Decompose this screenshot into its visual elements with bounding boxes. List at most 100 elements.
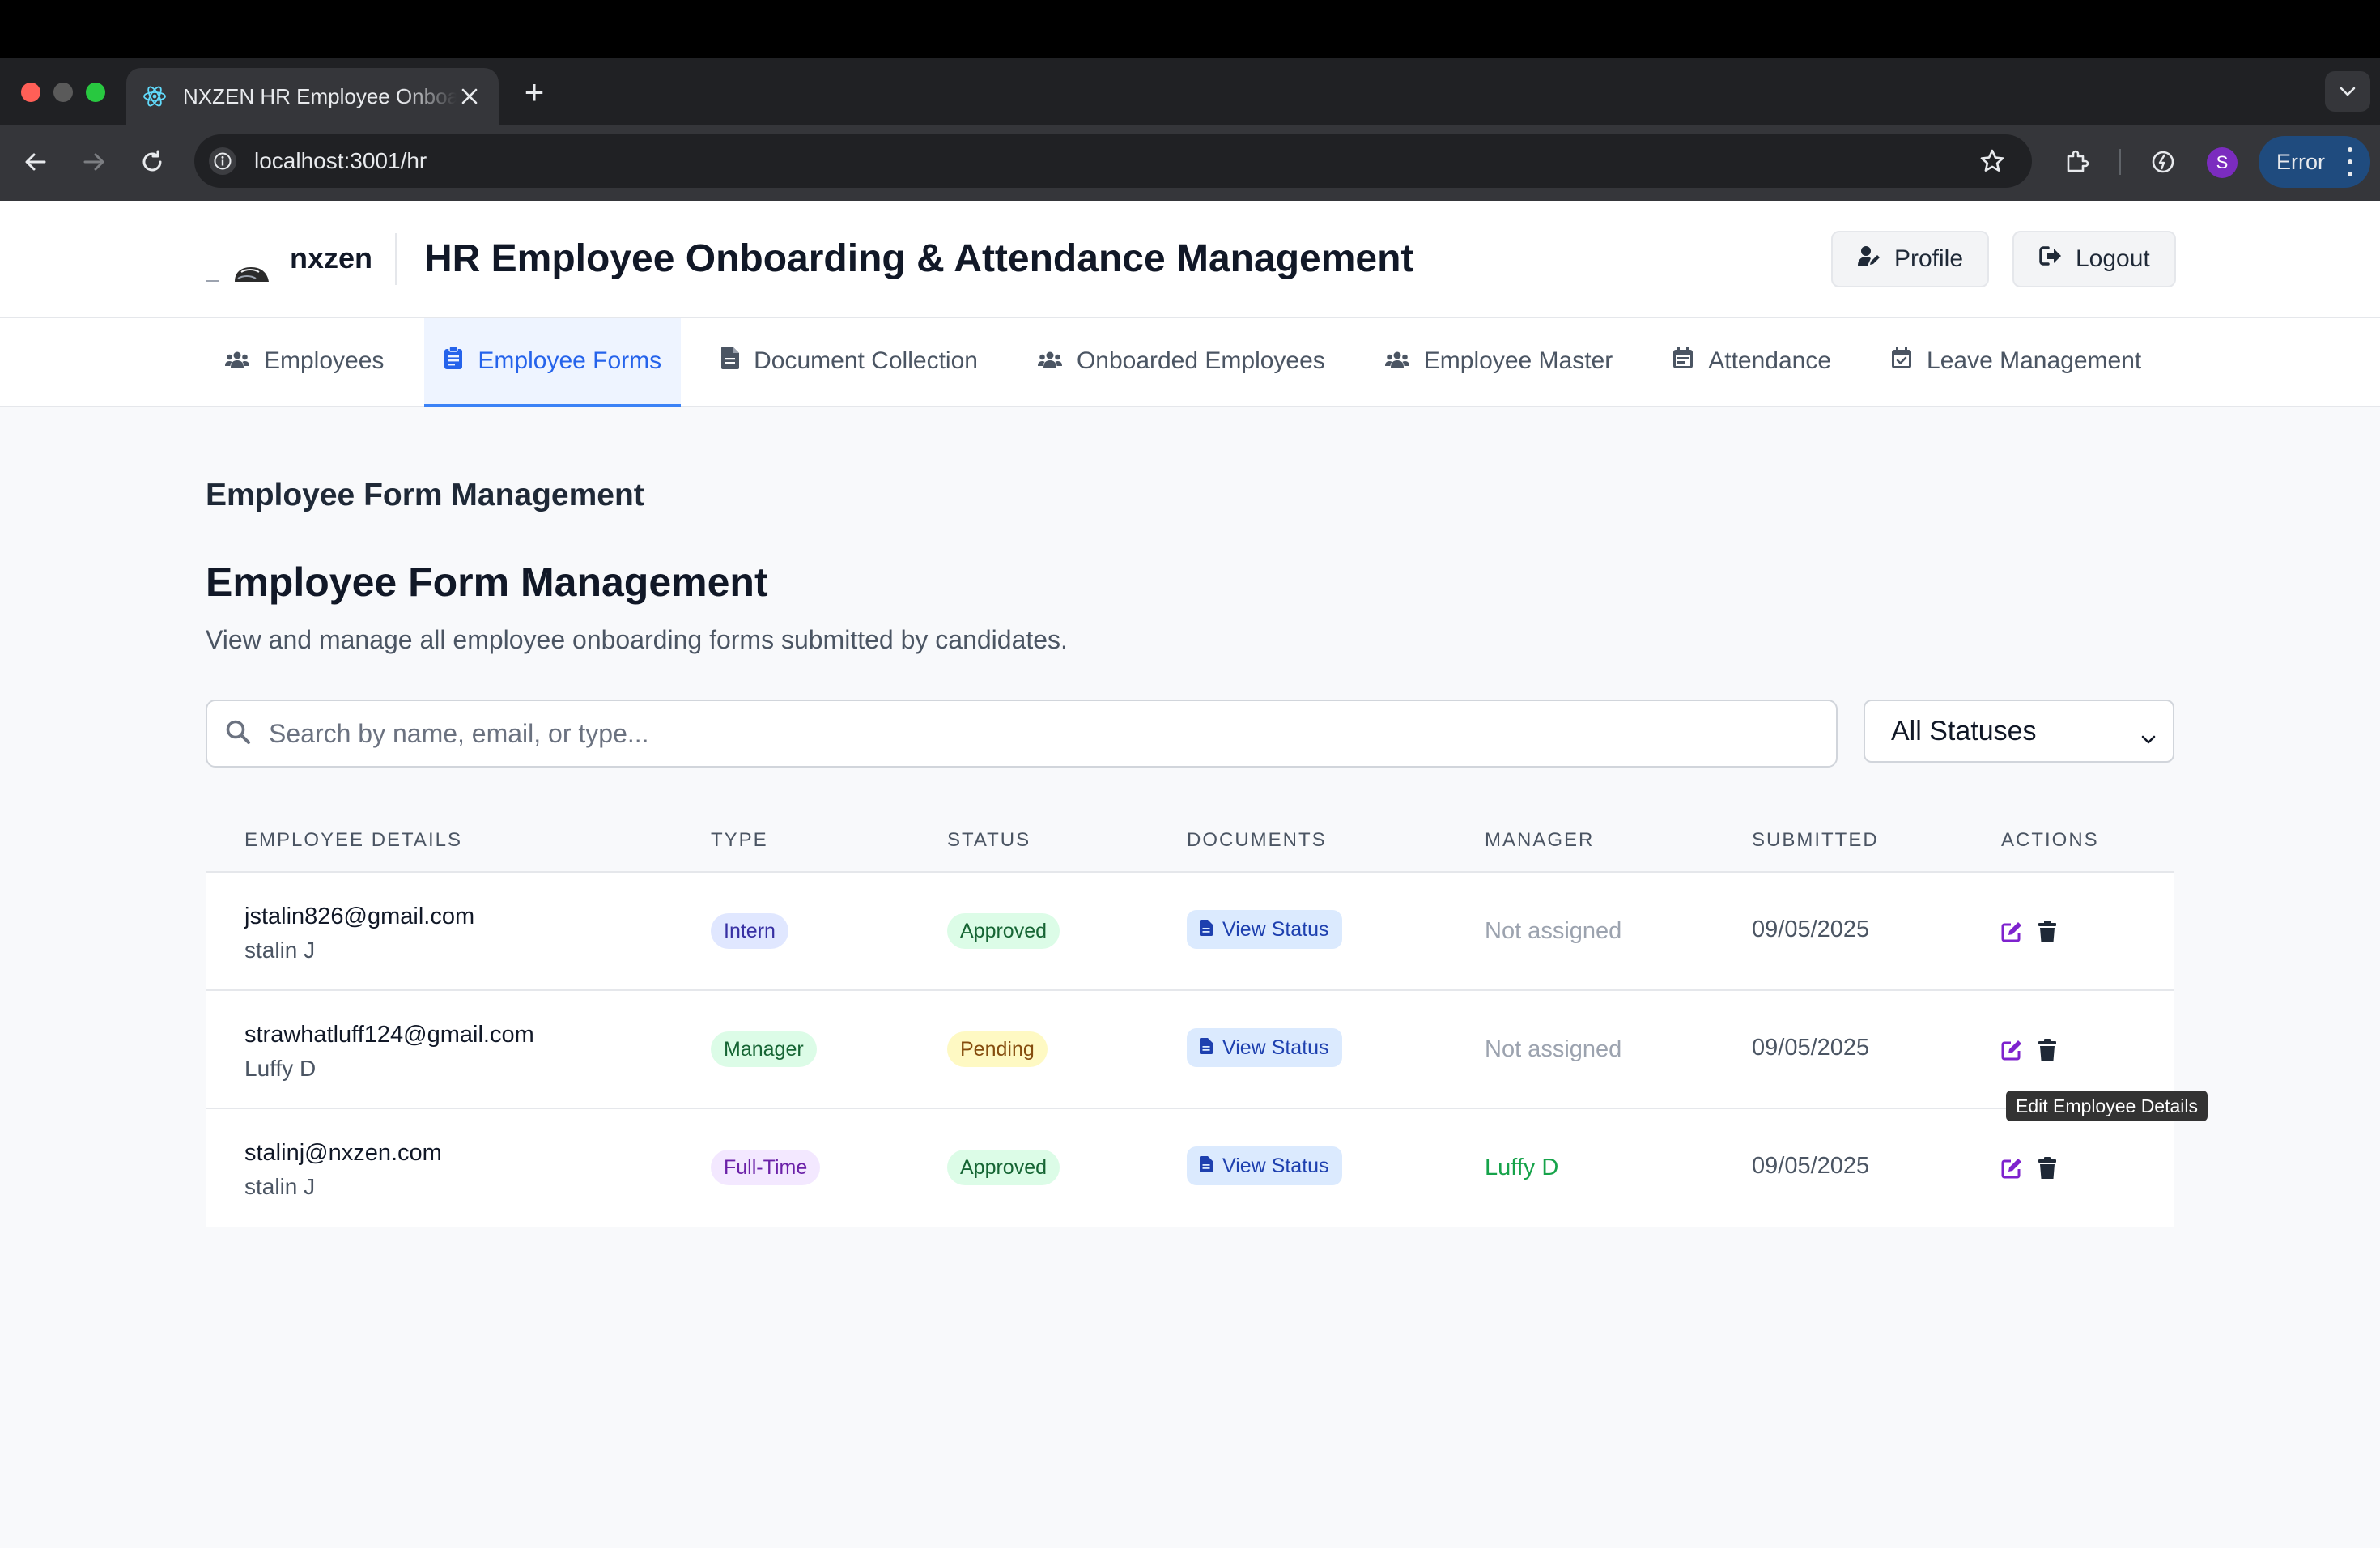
column-header-details: Employee Details xyxy=(244,829,462,851)
tab-attendance[interactable]: Attendance xyxy=(1653,318,1851,407)
tab-onboarded-employees[interactable]: Onboarded Employees xyxy=(1018,318,1345,407)
manager-value: Not assigned xyxy=(1485,1036,1622,1062)
logout-icon xyxy=(2038,245,2063,274)
tab-leave-management[interactable]: Leave Management xyxy=(1872,318,2161,407)
tab-document-collection[interactable]: Document Collection xyxy=(702,318,997,407)
browser-error-label: Error xyxy=(2276,149,2325,174)
browser-profile-avatar[interactable]: S xyxy=(2207,147,2238,178)
users-icon xyxy=(1384,347,1409,375)
kebab-menu-icon xyxy=(2346,147,2354,176)
calendar-check-icon xyxy=(1891,347,1912,376)
view-status-label: View Status xyxy=(1222,917,1329,941)
employee-name: Luffy D xyxy=(244,1056,317,1081)
employee-email: jstalin826@gmail.com xyxy=(244,904,475,929)
page-title: Employee Form Management xyxy=(206,559,768,605)
submitted-date: 09/05/2025 xyxy=(1752,916,1870,942)
view-status-label: View Status xyxy=(1222,1154,1329,1177)
employee-name: stalin J xyxy=(244,1174,316,1199)
edit-icon[interactable] xyxy=(2000,920,2024,944)
file-icon xyxy=(1200,918,1213,942)
column-header-manager: Manager xyxy=(1485,829,1595,851)
tab-employee-master[interactable]: Employee Master xyxy=(1366,318,1632,407)
column-header-type: Type xyxy=(711,829,768,851)
window-maximize-button[interactable] xyxy=(86,83,105,102)
type-badge: Manager xyxy=(711,1031,817,1067)
section-heading: Employee Form Management xyxy=(206,478,644,512)
app-header: nxzen HR Employee Onboarding & Attendanc… xyxy=(0,201,2380,318)
edit-tooltip: Edit Employee Details xyxy=(2006,1091,2208,1121)
trash-icon[interactable] xyxy=(2035,1156,2059,1180)
forward-arrow-icon[interactable] xyxy=(78,146,110,178)
logout-button-label: Logout xyxy=(2076,245,2150,272)
column-header-actions: Actions xyxy=(2001,829,2099,851)
bookmark-star-icon[interactable] xyxy=(1977,146,2008,176)
employee-forms-table: Employee Details Type Status Documents M… xyxy=(206,802,2174,1227)
user-edit-icon xyxy=(1857,245,1881,274)
status-badge: Pending xyxy=(947,1031,1048,1067)
address-bar[interactable]: localhost:3001/hr xyxy=(194,134,2032,188)
view-status-label: View Status xyxy=(1222,1036,1329,1059)
table-row: strawhatluff124@gmail.com Luffy D Manage… xyxy=(206,991,2174,1109)
calendar-icon xyxy=(1672,347,1694,376)
window-minimize-button[interactable] xyxy=(53,83,73,102)
tab-label: Document Collection xyxy=(754,347,978,374)
search-input[interactable] xyxy=(269,718,1836,749)
tab-employee-forms[interactable]: Employee Forms xyxy=(424,318,682,407)
view-status-button[interactable]: View Status xyxy=(1187,1028,1342,1067)
column-header-submitted: Submitted xyxy=(1752,829,1879,851)
type-badge: Intern xyxy=(711,913,788,949)
manager-value: Not assigned xyxy=(1485,918,1622,944)
tab-label: Employees xyxy=(264,347,385,374)
view-status-button[interactable]: View Status xyxy=(1187,1146,1342,1185)
search-icon xyxy=(225,719,251,749)
clipboard-icon xyxy=(444,346,463,376)
tab-close-icon[interactable] xyxy=(457,83,482,109)
trash-icon[interactable] xyxy=(2035,1038,2059,1062)
company-logo xyxy=(206,235,272,285)
new-tab-button[interactable]: + xyxy=(518,74,550,110)
file-icon xyxy=(1200,1155,1213,1178)
view-status-button[interactable]: View Status xyxy=(1187,910,1342,949)
main-nav: Employees Employee Forms Document Collec… xyxy=(0,318,2380,407)
column-header-documents: Documents xyxy=(1187,829,1327,851)
type-badge: Full-Time xyxy=(711,1150,821,1185)
site-info-icon[interactable] xyxy=(209,147,236,175)
trash-icon[interactable] xyxy=(2035,920,2059,944)
profile-button[interactable]: Profile xyxy=(1831,231,1990,287)
tab-employees[interactable]: Employees xyxy=(206,318,403,407)
reload-icon[interactable] xyxy=(136,146,168,178)
url-text: localhost:3001/hr xyxy=(254,148,427,173)
app-title: HR Employee Onboarding & Attendance Mana… xyxy=(424,237,1414,280)
column-header-status: Status xyxy=(947,829,1031,851)
manager-value: Luffy D xyxy=(1485,1155,1559,1180)
tab-label: Onboarded Employees xyxy=(1076,347,1325,374)
tab-label: Employee Master xyxy=(1423,347,1613,374)
logout-button[interactable]: Logout xyxy=(2012,231,2176,287)
tab-label: Leave Management xyxy=(1927,347,2142,374)
back-arrow-icon[interactable] xyxy=(19,146,52,178)
file-icon xyxy=(721,347,740,376)
performance-gauge-icon[interactable] xyxy=(2147,146,2179,178)
brand-name: nxzen xyxy=(290,241,373,274)
edit-icon[interactable] xyxy=(2000,1038,2024,1062)
status-badge: Approved xyxy=(947,1150,1060,1185)
react-favicon-icon xyxy=(141,83,168,110)
page-description: View and manage all employee onboarding … xyxy=(206,625,1068,654)
browser-error-button[interactable]: Error xyxy=(2259,136,2370,188)
users-icon xyxy=(1037,347,1062,375)
tab-search-chevron-icon[interactable] xyxy=(2325,71,2370,112)
toolbar-divider xyxy=(2119,149,2121,175)
edit-icon[interactable] xyxy=(2000,1156,2024,1180)
table-row: jstalin826@gmail.com stalin J Intern App… xyxy=(206,873,2174,991)
extensions-puzzle-icon[interactable] xyxy=(2061,146,2093,178)
browser-tab[interactable]: NXZEN HR Employee Onboarding & Attendanc… xyxy=(126,68,499,125)
profile-button-label: Profile xyxy=(1894,245,1964,272)
window-close-button[interactable] xyxy=(21,83,40,102)
users-icon xyxy=(225,347,249,375)
status-filter-select[interactable]: All Statuses xyxy=(1864,700,2174,763)
status-filter-value: All Statuses xyxy=(1891,715,2037,746)
employee-email: strawhatluff124@gmail.com xyxy=(244,1022,534,1048)
os-menu-bar xyxy=(0,0,2380,58)
tab-label: Employee Forms xyxy=(478,347,662,374)
table-row: stalinj@nxzen.com stalin J Full-Time App… xyxy=(206,1109,2174,1227)
